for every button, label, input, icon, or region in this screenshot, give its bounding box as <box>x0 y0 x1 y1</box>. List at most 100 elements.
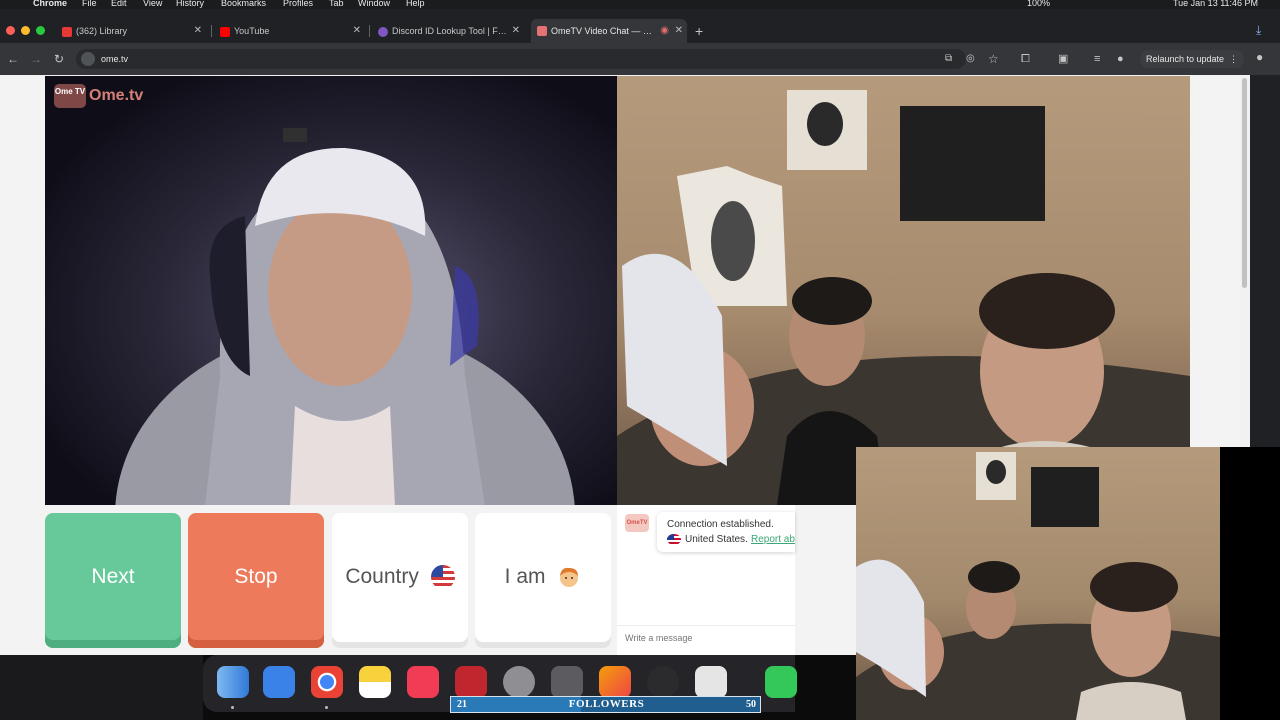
site-info-icon[interactable] <box>81 52 95 66</box>
minimize-window-icon[interactable] <box>21 26 30 35</box>
relaunch-button[interactable]: Relaunch to update ⋮ <box>1140 50 1244 68</box>
tab-youtube[interactable]: YouTube ✕ <box>214 21 365 41</box>
country-button-label: Country <box>345 565 419 588</box>
tab-discord-lookup[interactable]: Discord ID Lookup Tool | Find ✕ <box>372 21 524 41</box>
video-app-icon[interactable] <box>455 666 487 698</box>
fl-studio-icon[interactable] <box>599 666 631 698</box>
messages-icon[interactable] <box>765 666 797 698</box>
connection-status-text: Connection established. <box>667 519 774 530</box>
finder-icon[interactable] <box>217 666 249 698</box>
country-filter-button[interactable]: Country <box>332 513 468 648</box>
tab-label: OmeTV Video Chat — Om <box>551 26 657 36</box>
menu-history[interactable]: History <box>176 0 204 8</box>
close-window-icon[interactable] <box>6 26 15 35</box>
youtube-favicon-icon <box>220 27 230 37</box>
tab-label: Discord ID Lookup Tool | Find <box>392 26 508 36</box>
bookmark-star-icon[interactable]: ☆ <box>988 52 999 66</box>
ometv-logo-word: Ome.tv <box>89 87 144 104</box>
more-menu-icon[interactable]: ⋮ <box>1229 50 1238 68</box>
partner-country-text: United States. <box>685 534 748 545</box>
tab-separator <box>369 25 370 37</box>
stranger-video <box>45 76 617 505</box>
stop-button[interactable]: Stop <box>188 513 324 648</box>
boy-avatar-icon <box>560 568 579 588</box>
dock-running-indicator <box>231 706 234 709</box>
browser-side-gutter <box>1250 75 1280 450</box>
recording-indicator-icon: ◉ <box>660 25 669 36</box>
own-camera-frame <box>617 90 1190 505</box>
followers-label: FOLLOWERS <box>568 698 645 710</box>
ometv-logo-badge: Ome TV <box>54 84 86 108</box>
obs-icon[interactable] <box>647 666 679 698</box>
close-tab-icon[interactable]: ✕ <box>353 21 361 41</box>
menu-bookmarks[interactable]: Bookmarks <box>221 0 266 8</box>
close-tab-icon[interactable]: ✕ <box>675 19 683 43</box>
chat-divider <box>617 625 795 626</box>
back-icon[interactable]: ← <box>7 52 19 66</box>
reload-icon[interactable]: ↻ <box>54 52 64 66</box>
notes-icon[interactable] <box>359 666 391 698</box>
unity-icon[interactable] <box>695 666 727 698</box>
address-bar-url: ome.tv <box>101 54 129 64</box>
chat-bubble-icon[interactable]: ● <box>1256 50 1263 64</box>
own-camera-video <box>617 76 1190 505</box>
tab-ometv[interactable]: OmeTV Video Chat — Om ◉ ✕ <box>531 19 687 43</box>
side-panel-icon[interactable]: ▣ <box>1058 52 1068 66</box>
close-tab-icon[interactable]: ✕ <box>512 21 520 41</box>
tab-separator <box>211 25 212 37</box>
webcam-overlay <box>856 447 1220 720</box>
profile-avatar-icon[interactable]: ● <box>1117 52 1124 66</box>
menu-window[interactable]: Window <box>358 0 390 8</box>
next-button[interactable]: Next <box>45 513 181 648</box>
relaunch-label: Relaunch to update <box>1146 54 1225 64</box>
menu-profiles[interactable]: Profiles <box>283 0 313 8</box>
stop-button-label: Stop <box>234 565 278 588</box>
followers-goal: 50 <box>746 699 756 710</box>
reading-list-icon[interactable]: ≡ <box>1094 52 1100 66</box>
desktop-background <box>0 655 203 720</box>
us-flag-small-icon <box>667 534 681 545</box>
tab-label: (362) Library <box>76 26 128 36</box>
menu-help[interactable]: Help <box>406 0 425 8</box>
menu-clock[interactable]: Tue Jan 13 11:46 PM <box>1173 0 1258 8</box>
mail-icon[interactable] <box>263 666 295 698</box>
battery-percent: 100% <box>1027 0 1051 8</box>
calculator-icon[interactable] <box>551 666 583 698</box>
followers-current: 21 <box>457 699 467 710</box>
macos-menu-bar: Chrome File Edit View History Bookmarks … <box>0 0 1280 9</box>
webcam-overlay-border <box>1220 447 1280 720</box>
address-bar[interactable]: ome.tv <box>76 49 966 69</box>
system-message-bubble <box>657 512 795 552</box>
close-tab-icon[interactable]: ✕ <box>194 21 202 41</box>
zoom-window-icon[interactable] <box>36 26 45 35</box>
ometv-favicon-icon <box>537 26 547 36</box>
menu-file[interactable]: File <box>82 0 97 8</box>
ometv-chat-avatar: OmeTV <box>625 514 649 532</box>
extensions-icon[interactable]: ⧠ <box>1021 52 1030 66</box>
tracking-blocked-icon[interactable]: ◎ <box>966 52 975 66</box>
install-app-icon[interactable]: ⧉ <box>945 52 952 66</box>
webcam-overlay-frame <box>856 452 1220 720</box>
music-icon[interactable] <box>407 666 439 698</box>
followers-goal-bar: FOLLOWERS 21 50 <box>450 696 761 713</box>
discord-lookup-favicon-icon <box>378 27 388 37</box>
menu-app-name[interactable]: Chrome <box>33 0 67 8</box>
system-settings-icon[interactable] <box>503 666 535 698</box>
menu-tab[interactable]: Tab <box>329 0 344 8</box>
chrome-dock-icon[interactable] <box>311 666 343 698</box>
download-icon[interactable]: ⤓ <box>1256 23 1261 37</box>
tab-library[interactable]: (362) Library ✕ <box>56 21 206 41</box>
report-abuse-link[interactable]: Report ab <box>751 534 795 545</box>
page-scrollbar-thumb[interactable] <box>1242 78 1247 288</box>
menu-edit[interactable]: Edit <box>111 0 127 8</box>
us-flag-icon <box>430 565 455 590</box>
iam-button-label: I am <box>504 565 546 588</box>
gender-select-button[interactable]: I am <box>475 513 611 648</box>
chat-message-input[interactable] <box>625 631 790 645</box>
forward-icon[interactable]: → <box>30 52 42 66</box>
tab-label: YouTube <box>234 26 270 36</box>
new-tab-icon[interactable]: + <box>695 24 703 38</box>
stranger-video-frame <box>115 128 575 505</box>
library-favicon-icon <box>62 27 72 37</box>
menu-view[interactable]: View <box>143 0 162 8</box>
